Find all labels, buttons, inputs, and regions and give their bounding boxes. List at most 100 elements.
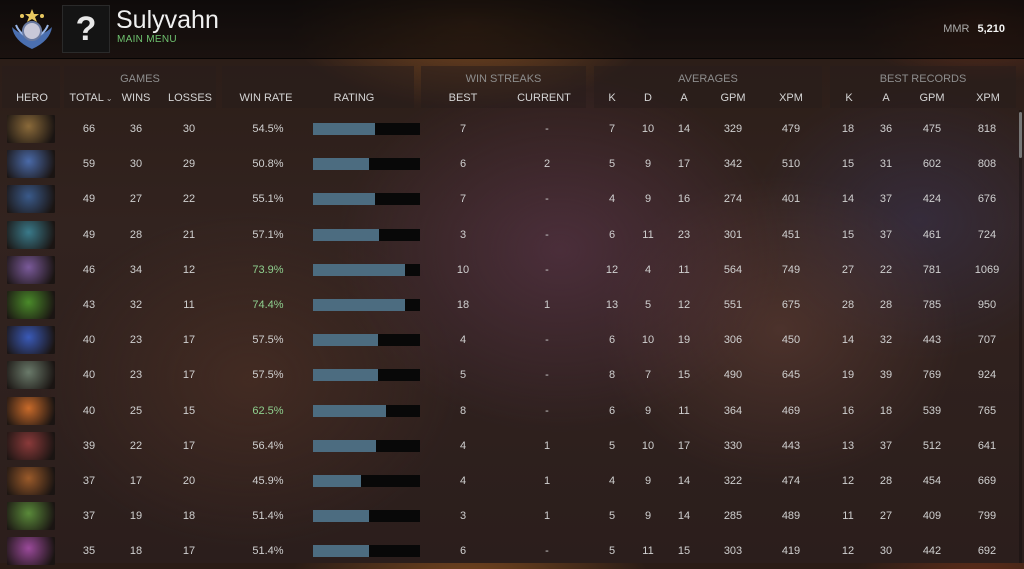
cell-best: 4 [459,334,467,347]
hero-portrait-icon[interactable] [7,502,55,531]
cell-wins: 17 [129,474,143,487]
col-best-xpm[interactable]: XPM [970,92,1006,104]
table-row[interactable]: 49 27 22 55.1% 7-4 9 16 274 401 14 37 424 676 [0,182,1016,217]
table-row[interactable]: 49 28 21 57.1% 3 - 6 11 23 301 451 15 37 461 724 [0,218,1016,253]
cell-bxpm: 676 [977,193,997,206]
hero-portrait-icon[interactable] [7,150,55,179]
col-current-streak[interactable]: CURRENT [512,92,576,104]
rating-bar [313,193,420,206]
table-row[interactable]: 40 23 17 57.5% 4 - 6 10 19 306 450 14 32 443 707 [0,323,1016,358]
cell-wins: 23 [129,369,143,382]
cell-a: 11 [678,263,690,276]
rating-bar [313,404,420,417]
cell-losses: 30 [182,123,196,135]
hero-portrait-icon[interactable] [7,290,55,319]
cell-losses: 12 [182,263,196,276]
cell-wins: 19 [129,510,143,523]
cell-a: 11 [678,404,690,417]
cell-a: 23 [677,228,691,241]
table-row[interactable]: 40 25 15 62.5% 8 - 6 9 11 364 469 16 18 539 765 [0,394,1016,429]
col-win-rate[interactable]: WIN RATE [232,92,300,104]
col-rating[interactable]: RATING [320,92,388,104]
cell-bgpm: 443 [922,334,942,347]
table-row[interactable]: 37 17 20 45.9% 4 1 4 9 14 322 474 12 28 454 669 [0,464,1016,499]
cell-best: 3 [459,510,467,523]
cell-gpm: 301 [723,228,743,241]
hero-portrait-icon[interactable] [7,396,55,425]
col-best-assists[interactable]: A [874,92,898,104]
col-hero[interactable]: HERO [2,92,62,104]
col-avg-assists[interactable]: A [672,92,696,104]
col-avg-kills[interactable]: K [600,92,624,104]
hero-portrait-icon[interactable] [7,185,55,214]
rating-bar-fill [313,123,376,135]
cell-total: 46 [82,263,96,276]
hero-portrait-icon[interactable] [7,466,55,495]
cell-best: 7 [459,123,467,135]
hero-portrait-icon[interactable] [7,431,55,460]
hero-portrait-icon[interactable] [7,220,55,249]
cell-bxpm: 692 [977,545,997,558]
cell-bk: 15 [841,158,855,171]
cell-d: 4 [644,263,652,276]
col-best-gpm[interactable]: GPM [914,92,950,104]
cell-k: 5 [608,510,616,523]
hero-portrait-icon[interactable] [7,326,55,355]
cell-wins: 22 [129,439,143,452]
table-row[interactable]: 59 30 29 50.8% 6 2 5 9 17 342 510 15 31 602 808 [0,147,1016,182]
cell-bgpm: 539 [922,404,942,417]
scrollbar[interactable] [1019,110,1022,563]
rating-bar [313,474,420,487]
col-best-streak[interactable]: BEST [440,92,486,104]
hero-portrait-icon[interactable] [7,255,55,284]
cell-wins: 18 [129,545,143,558]
cell-bk: 19 [841,369,855,382]
col-total[interactable]: TOTAL ⌄ [64,92,118,104]
hero-portrait-icon[interactable] [7,537,55,566]
table-row[interactable]: 46 34 12 73.9% 10 - 12 4 11 564 749 27 22 781 1069 [0,253,1016,288]
cell-bxpm: 1069 [974,263,1000,276]
cell-bxpm: 669 [977,474,997,487]
cell-bxpm: 808 [977,158,997,171]
cell-bk: 12 [841,545,855,558]
cell-win-rate: 51.4% [252,510,284,523]
cell-bgpm: 454 [922,474,942,487]
hero-portrait-icon[interactable] [7,361,55,390]
cell-gpm: 564 [723,263,743,276]
col-avg-deaths[interactable]: D [636,92,660,104]
rating-bar-fill [313,158,369,171]
table-row[interactable]: 43 32 11 74.4% 18 1 13 5 12 551 675 28 28 785 950 [0,288,1016,323]
table-row[interactable]: 35 18 17 51.4% 6 - 5 11 15 303 419 12 30 442 692 [0,534,1016,569]
table-row[interactable]: 37 19 18 51.4% 3 1 5 9 14 285 489 11 27 409 799 [0,499,1016,534]
cell-xpm: 419 [781,545,801,558]
cell-losses: 17 [182,439,196,452]
avatar[interactable]: ? [62,5,110,53]
rating-bar [313,263,420,276]
hero-portrait-icon[interactable] [7,115,55,143]
cell-win-rate: 57.5% [252,369,284,382]
col-best-kills[interactable]: K [837,92,861,104]
cell-total: 40 [82,369,96,382]
cell-bk: 28 [841,298,855,311]
cell-a: 12 [677,298,691,311]
cell-total: 66 [82,123,96,135]
cell-bgpm: 602 [922,158,942,171]
col-wins[interactable]: WINS [116,92,156,104]
hero-stats-table: 66 36 30 54.5% 7-7 10 14 329 479 18 36 475 818 59 30 29… [0,112,1016,569]
cell-ba: 32 [879,334,893,347]
scrollbar-thumb[interactable] [1019,112,1022,158]
cell-k: 4 [608,193,616,206]
cell-losses: 18 [182,510,196,523]
col-avg-gpm[interactable]: GPM [715,92,751,104]
cell-ba: 31 [879,158,893,171]
table-row[interactable]: 66 36 30 54.5% 7 - 7 10 14 329 479 18 36 475 818 [0,112,1016,147]
table-row[interactable]: 40 23 17 57.5% 5 - 8 7 15 490 645 19 39 769 924 [0,358,1016,393]
cell-wins: 32 [129,298,143,311]
col-avg-xpm[interactable]: XPM [773,92,809,104]
cell-current: 1 [543,474,551,487]
cell-xpm: 443 [781,439,801,452]
cell-d: 9 [644,474,652,487]
col-losses[interactable]: LOSSES [164,92,216,104]
sort-down-icon: ⌄ [105,94,113,103]
table-row[interactable]: 39 22 17 56.4% 4 1 5 10 17 330 443 13 37 512 641 [0,429,1016,464]
